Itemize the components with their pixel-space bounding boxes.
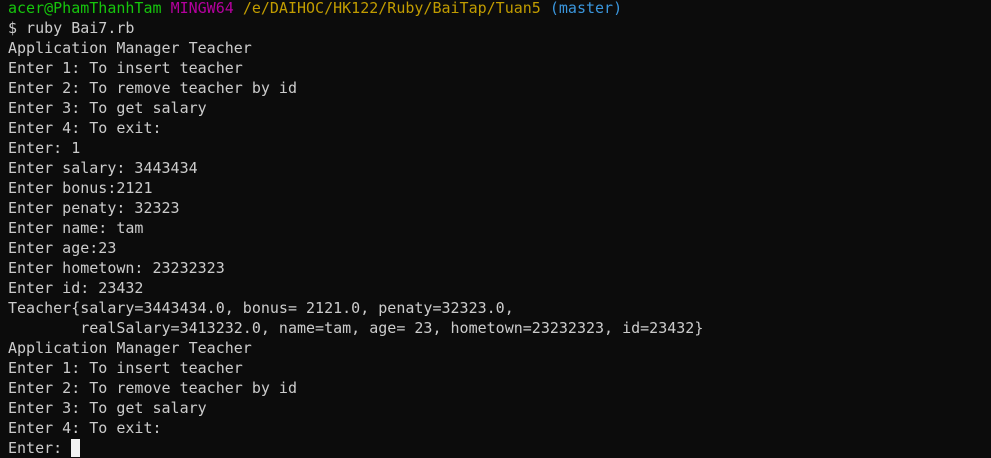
output-line: Enter 2: To remove teacher by id bbox=[8, 79, 297, 97]
output-line: realSalary=3413232.0, name=tam, age= 23,… bbox=[8, 319, 704, 337]
input-prompt: Enter: bbox=[8, 439, 72, 457]
prompt-system: MINGW64 bbox=[170, 0, 234, 17]
prompt-git-branch: (master) bbox=[549, 0, 623, 17]
output-line: Enter salary: 3443434 bbox=[8, 159, 198, 177]
output-line: Enter 1: To insert teacher bbox=[8, 359, 243, 377]
output-line: Enter bonus:2121 bbox=[8, 179, 153, 197]
output-line: $ ruby Bai7.rb bbox=[8, 19, 135, 37]
output-line: Enter 3: To get salary bbox=[8, 99, 207, 117]
output-line: Enter hometown: 23232323 bbox=[8, 259, 225, 277]
output-line: Enter id: 23432 bbox=[8, 279, 144, 297]
prompt-user-host: acer@PhamThanhTam bbox=[8, 0, 162, 17]
shell-prompt-line: acer@PhamThanhTam MINGW64 /e/DAIHOC/HK12… bbox=[8, 0, 991, 18]
input-line[interactable]: Enter: bbox=[8, 438, 991, 458]
output-line: Enter 2: To remove teacher by id bbox=[8, 379, 297, 397]
output-line: Enter 4: To exit: bbox=[8, 119, 162, 137]
output-line: Enter 3: To get salary bbox=[8, 399, 207, 417]
output-line: Enter: 1 bbox=[8, 139, 81, 157]
prompt-path: /e/DAIHOC/HK122/Ruby/BaiTap/Tuan5 bbox=[242, 0, 541, 17]
output-line: Application Manager Teacher bbox=[8, 339, 252, 357]
output-line: Enter 1: To insert teacher bbox=[8, 59, 243, 77]
output-line: Application Manager Teacher bbox=[8, 39, 252, 57]
output-line: Enter name: tam bbox=[8, 219, 144, 237]
output-line: Enter penaty: 32323 bbox=[8, 199, 180, 217]
terminal-window[interactable]: acer@PhamThanhTam MINGW64 /e/DAIHOC/HK12… bbox=[0, 0, 991, 458]
text-cursor[interactable] bbox=[71, 439, 81, 457]
output-line: Enter age:23 bbox=[8, 239, 117, 257]
output-line: Enter 4: To exit: bbox=[8, 419, 162, 437]
output-line: Teacher{salary=3443434.0, bonus= 2121.0,… bbox=[8, 299, 514, 317]
